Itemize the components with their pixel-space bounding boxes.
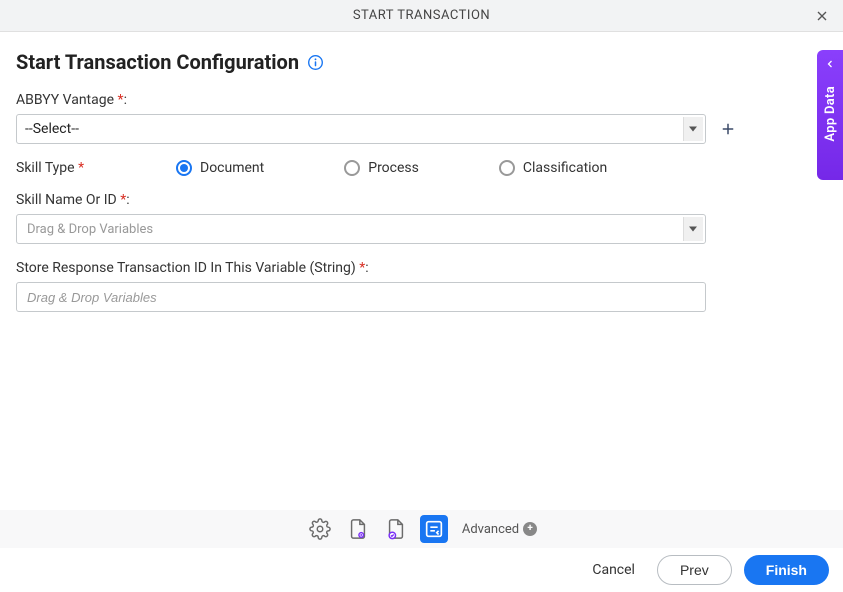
footer-bar: Cancel Prev Finish — [0, 548, 843, 592]
advanced-label-text: Advanced — [462, 522, 519, 537]
skill-name-placeholder: Drag & Drop Variables — [27, 222, 153, 237]
header-bar: START TRANSACTION — [0, 0, 843, 32]
finish-button[interactable]: Finish — [744, 555, 829, 585]
vantage-select[interactable]: --Select-- — [16, 114, 706, 144]
file-check-icon-button[interactable] — [382, 515, 410, 543]
transaction-icon-button[interactable] — [420, 515, 448, 543]
chevron-down-icon — [683, 217, 703, 241]
advanced-toggle[interactable]: Advanced + — [462, 522, 537, 537]
transaction-icon — [423, 518, 445, 540]
radio-icon — [344, 160, 360, 176]
settings-icon-button[interactable] — [306, 515, 334, 543]
skill-name-select[interactable]: Drag & Drop Variables — [16, 214, 706, 244]
app-data-tab-label: App Data — [823, 86, 838, 142]
info-icon[interactable] — [307, 54, 324, 71]
store-response-field: Store Response Transaction ID In This Va… — [16, 260, 827, 312]
bottom-toolbar: Advanced + — [0, 510, 843, 548]
app-data-tab[interactable]: App Data — [817, 50, 843, 180]
skill-name-label: Skill Name Or ID *: — [16, 192, 827, 208]
file-gear-icon — [347, 518, 369, 540]
radio-document-label: Document — [200, 160, 264, 176]
vantage-field: ABBYY Vantage *: --Select-- — [16, 92, 827, 144]
radio-process-label: Process — [368, 160, 419, 176]
header-title: START TRANSACTION — [353, 8, 490, 23]
chevron-left-icon — [824, 58, 836, 74]
radio-process[interactable]: Process — [344, 160, 419, 176]
plus-icon — [719, 120, 737, 138]
radio-icon — [176, 160, 192, 176]
store-response-label: Store Response Transaction ID In This Va… — [16, 260, 827, 276]
page-title: Start Transaction Configuration — [16, 50, 299, 74]
radio-classification-label: Classification — [523, 160, 607, 176]
content-area: Start Transaction Configuration ABBYY Va… — [0, 32, 843, 312]
plus-circle-icon: + — [523, 522, 537, 536]
close-button[interactable] — [811, 5, 833, 27]
page-title-row: Start Transaction Configuration — [16, 50, 827, 74]
radio-classification[interactable]: Classification — [499, 160, 607, 176]
prev-button[interactable]: Prev — [657, 555, 732, 585]
skill-type-row: Skill Type * Document Process Classifica… — [16, 160, 827, 176]
cancel-button[interactable]: Cancel — [582, 556, 645, 584]
gear-icon — [309, 518, 331, 540]
skill-name-field: Skill Name Or ID *: Drag & Drop Variable… — [16, 192, 827, 244]
chevron-down-icon — [683, 117, 703, 141]
vantage-label: ABBYY Vantage *: — [16, 92, 827, 108]
skill-type-label: Skill Type * — [16, 160, 176, 176]
store-response-input[interactable] — [16, 282, 706, 312]
file-gear-icon-button[interactable] — [344, 515, 372, 543]
vantage-select-value: --Select-- — [25, 121, 79, 137]
radio-document[interactable]: Document — [176, 160, 264, 176]
radio-icon — [499, 160, 515, 176]
add-vantage-button[interactable] — [716, 117, 740, 141]
file-check-icon — [385, 518, 407, 540]
close-icon — [814, 8, 830, 24]
